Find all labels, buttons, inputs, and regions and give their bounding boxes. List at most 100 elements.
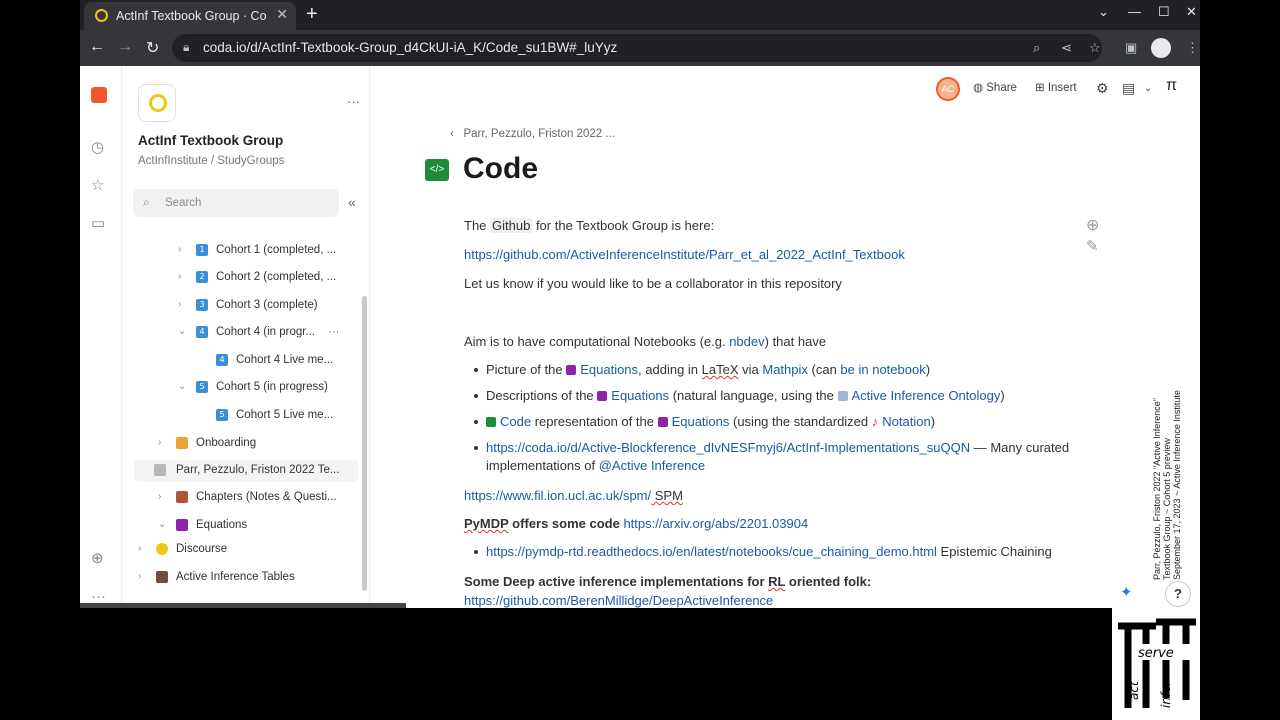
chevron-right-icon[interactable]: › — [138, 543, 148, 554]
equations-link[interactable]: Equations — [611, 388, 669, 403]
nav-cohort-3[interactable]: › 3 Cohort 3 (complete) — [178, 295, 358, 317]
nav-more-icon[interactable]: ··· — [328, 326, 340, 338]
comments-icon[interactable]: ▤ — [1122, 80, 1135, 97]
nav-active-inference-tables[interactable]: › Active Inference Tables — [138, 567, 358, 589]
nav-cohort-5[interactable]: ⌄ 5 Cohort 5 (in progress) — [178, 377, 358, 399]
share-page-icon[interactable]: ⋖ — [1061, 40, 1072, 56]
profile-avatar[interactable] — [1151, 38, 1171, 58]
collapse-sidebar-icon[interactable]: « — [348, 194, 356, 210]
chevron-right-icon[interactable]: › — [178, 299, 188, 310]
browser-menu-icon[interactable]: ⋮ — [1186, 40, 1199, 56]
nav-cohort-4[interactable]: ⌄ 4 Cohort 4 (in progr... ··· — [178, 322, 358, 344]
search-placeholder: Search — [165, 197, 202, 209]
mathpix-link[interactable]: Mathpix — [762, 362, 808, 377]
equations-link[interactable]: Equations — [580, 362, 638, 377]
nav-discourse[interactable]: › Discourse — [138, 539, 358, 561]
chevron-right-icon[interactable]: › — [158, 491, 168, 502]
clock-icon[interactable]: ◷ — [91, 138, 104, 156]
spm-link[interactable]: https://www.fil.ion.ucl.ac.uk/spm/ — [464, 488, 651, 503]
arxiv-link[interactable]: https://arxiv.org/abs/2201.03904 — [623, 516, 808, 531]
edit-pen-icon[interactable]: ✎ — [1086, 237, 1099, 255]
new-tab-button[interactable]: + — [306, 3, 318, 26]
notation-link[interactable]: Notation — [882, 414, 930, 429]
nav-cohort-1[interactable]: › 1 Cohort 1 (completed, ... — [178, 240, 358, 262]
chevron-down-icon[interactable]: ⌄ — [178, 381, 188, 392]
horizontal-scrollbar[interactable] — [80, 603, 406, 608]
tables-icon — [156, 571, 168, 583]
sidepanel-icon[interactable]: ▣ — [1125, 40, 1137, 56]
settings-gear-icon[interactable]: ⚙ — [1096, 80, 1109, 97]
nav-equations[interactable]: ⌄ Equations — [158, 515, 358, 537]
music-note-icon: ♪ — [871, 414, 879, 429]
minimize-button[interactable]: — — [1128, 4, 1141, 19]
chevron-right-icon[interactable]: › — [138, 571, 148, 582]
ai-sparkle-icon[interactable]: ✦ — [1120, 583, 1133, 601]
equations-icon — [597, 391, 608, 401]
nav-cohort-4-live[interactable]: 4 Cohort 4 Live me... — [198, 350, 358, 372]
zoom-icon[interactable]: ⌕ — [1033, 40, 1040, 56]
nav-parr-pezzulo-friston[interactable]: Parr, Pezzulo, Friston 2022 Te... — [134, 460, 358, 482]
nav-chapters[interactable]: › Chapters (Notes & Questi... — [158, 487, 358, 509]
equations-link[interactable]: Equations — [672, 414, 730, 429]
svg-text:act: act — [1127, 680, 1141, 700]
user-avatar[interactable]: AC — [936, 77, 960, 101]
activeinference-logo-icon[interactable]: π — [1166, 77, 1177, 95]
doc-subtitle[interactable]: ActInfInstitute / StudyGroups — [138, 155, 284, 167]
left-rail: ◷ ☆ ▭ ⊕ ··· — [80, 66, 122, 608]
reload-icon[interactable]: ↻ — [146, 38, 159, 58]
doc-title[interactable]: ActInf Textbook Group — [138, 133, 283, 148]
url-text[interactable]: coda.io/d/ActInf-Textbook-Group_d4CkUI-i… — [203, 40, 617, 55]
chevron-right-icon[interactable]: › — [158, 437, 168, 448]
doc-ring-icon[interactable] — [138, 84, 176, 122]
tab-close-icon[interactable]: ✕ — [276, 6, 288, 23]
chevron-down-icon[interactable]: ⌄ — [1144, 83, 1152, 94]
sidebar-scrollbar[interactable] — [362, 296, 367, 591]
doc-sidebar: ··· ActInf Textbook Group ActInfInstitut… — [122, 66, 370, 608]
add-comment-icon[interactable]: ⊕ — [1086, 215, 1099, 235]
notebook-link[interactable]: be in notebook — [840, 362, 925, 377]
bookmark-star-icon[interactable]: ☆ — [1089, 40, 1101, 56]
nav-label: Discourse — [176, 543, 228, 555]
folder-icon[interactable]: ▭ — [91, 214, 105, 232]
discourse-icon — [156, 543, 168, 555]
nbdev-link[interactable]: nbdev — [729, 334, 764, 349]
maximize-button[interactable]: ☐ — [1158, 4, 1170, 20]
nav-cohort-5-live[interactable]: 5 Cohort 5 Live me... — [198, 405, 358, 427]
bullet-dot — [474, 550, 478, 554]
add-circle-icon[interactable]: ⊕ — [91, 549, 104, 567]
page-number-icon: 2 — [196, 271, 208, 283]
nav-label: Cohort 3 (complete) — [216, 299, 318, 311]
code-link[interactable]: Code — [500, 414, 531, 429]
breadcrumb[interactable]: ‹ Parr, Pezzulo, Friston 2022 ... — [450, 128, 615, 140]
star-icon[interactable]: ☆ — [91, 176, 104, 194]
spm-paragraph: https://www.fil.ion.ucl.ac.uk/spm/ SPM — [464, 488, 683, 503]
sidebar-more-icon[interactable]: ··· — [347, 94, 360, 109]
forward-icon[interactable]: → — [117, 38, 133, 56]
back-icon[interactable]: ← — [89, 38, 105, 56]
deep-ai-link[interactable]: https://github.com/BerenMillidge/DeepAct… — [464, 593, 773, 608]
tab-search-icon[interactable]: ⌄ — [1098, 4, 1109, 20]
insert-button[interactable]: ⊞ Insert — [1035, 80, 1077, 94]
chevron-right-icon[interactable]: › — [178, 271, 188, 282]
pymdp-docs-link[interactable]: https://pymdp-rtd.readthedocs.io/en/late… — [486, 544, 937, 559]
close-window-button[interactable]: ✕ — [1186, 4, 1197, 20]
chevron-down-icon[interactable]: ⌄ — [178, 326, 188, 337]
textbook-repo-link[interactable]: https://github.com/ActiveInferenceInstit… — [464, 247, 905, 262]
ontology-link[interactable]: Active Inference Ontology — [852, 388, 1001, 403]
active-inference-mention[interactable]: @Active Inference — [599, 458, 705, 473]
share-button[interactable]: ◍ Share — [973, 80, 1017, 94]
implementations-link[interactable]: https://coda.io/d/Active-Blockference_dI… — [486, 440, 970, 455]
caption-line-2: Textbook Group ~ Cohort 5 preview — [1162, 438, 1172, 580]
nav-cohort-2[interactable]: › 2 Cohort 2 (completed, ... — [178, 267, 358, 289]
browser-tab[interactable]: ActInf Textbook Group · Cod ✕ — [84, 2, 296, 30]
chevron-down-icon[interactable]: ⌄ — [158, 519, 168, 530]
pymdp-paragraph: PyMDP offers some code https://arxiv.org… — [464, 516, 809, 531]
help-button[interactable]: ? — [1165, 581, 1191, 607]
sidebar-search-input[interactable]: ⌕ Search — [133, 189, 339, 217]
coda-logo-icon[interactable] — [91, 87, 107, 103]
chevron-right-icon[interactable]: › — [178, 244, 188, 255]
nav-onboarding[interactable]: › Onboarding — [158, 433, 358, 455]
page-code-icon[interactable]: </> — [425, 159, 449, 181]
lock-icon[interactable]: 🔒︎ — [183, 40, 189, 55]
insert-label: Insert — [1047, 82, 1077, 94]
